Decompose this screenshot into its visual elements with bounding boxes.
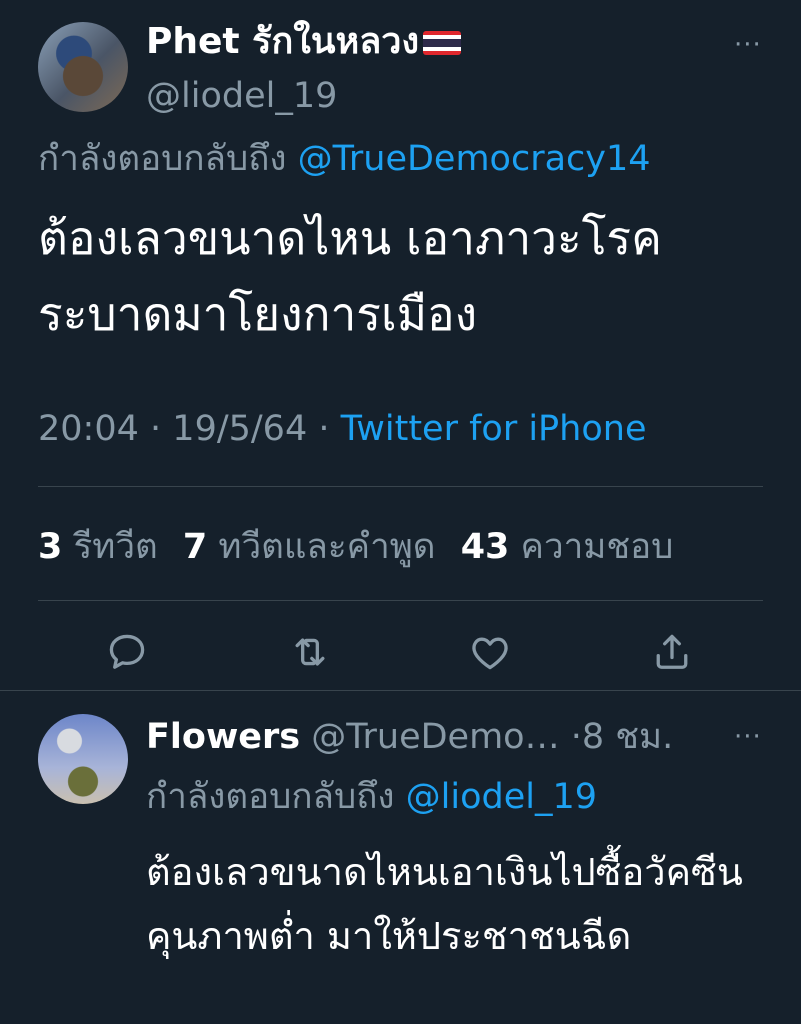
share-button[interactable] <box>650 630 694 674</box>
tweet-text: ต้องเลวขนาดไหน เอาภาวะโรคระบาดมาโยงการเม… <box>38 211 662 341</box>
tweet-stats: 3 รีทวีต 7 ทวีตและคำพูด 43 ความชอบ <box>38 522 673 572</box>
reply-replying-label: กำลังตอบกลับถึง <box>146 777 395 817</box>
reply-avatar[interactable] <box>38 714 128 804</box>
tweet-source-link[interactable]: Twitter for iPhone <box>341 409 647 449</box>
like-icon <box>472 637 508 670</box>
divider <box>38 486 763 487</box>
divider <box>38 600 763 601</box>
reply-author-name[interactable]: Flowers <box>146 717 300 757</box>
thai-flag-icon <box>423 31 462 55</box>
retweets-stat[interactable]: 3 รีทวีต <box>38 527 158 567</box>
replying-label: กำลังตอบกลับถึง <box>38 139 287 179</box>
replying-to-line: กำลังตอบกลับถึง @TrueDemocracy14 <box>38 136 651 182</box>
reply-time-ago[interactable]: ·8 ชม. <box>571 717 673 757</box>
tweet-meta: 20:04 · 19/5/64 · Twitter for iPhone <box>38 404 646 454</box>
meta-separator: · <box>318 409 330 449</box>
author-display-name[interactable]: Phet รักในหลวง <box>146 20 462 64</box>
reply-header: Flowers @TrueDemo… ·8 ชม. <box>146 714 673 760</box>
retweets-label: รีทวีต <box>73 527 158 567</box>
like-button[interactable] <box>468 630 512 674</box>
quotes-stat[interactable]: 7 ทวีตและคำพูด <box>183 527 436 567</box>
replying-to-link[interactable]: @TrueDemocracy14 <box>298 139 651 179</box>
author-handle[interactable]: @liodel_19 <box>146 74 337 118</box>
share-icon <box>656 634 688 669</box>
reply-button[interactable] <box>105 630 149 674</box>
reply-tweet-text: ต้องเลวขนาดไหนเอาเงินไปซื้อวัคซีนคุนภาพต… <box>146 850 743 958</box>
more-options-icon[interactable]: ··· <box>734 30 762 60</box>
tweet-actions-bar <box>0 630 801 680</box>
author-name-text: Phet รักในหลวง <box>146 21 420 62</box>
likes-count: 43 <box>460 527 510 567</box>
retweet-button[interactable] <box>288 630 332 674</box>
likes-stat[interactable]: 43 ความชอบ <box>461 527 674 567</box>
tweet-detail-page: Phet รักในหลวง @liodel_19 ··· กำลังตอบกล… <box>0 0 801 1024</box>
reply-more-options-icon[interactable]: ··· <box>734 722 762 752</box>
reply-icon <box>109 634 145 669</box>
divider <box>0 690 801 691</box>
retweet-icon <box>295 638 325 666</box>
reply-replying-to-link[interactable]: @liodel_19 <box>406 777 597 817</box>
quotes-count: 7 <box>182 527 208 567</box>
meta-separator: · <box>150 409 162 449</box>
reply-author-handle[interactable]: @TrueDemo… <box>311 717 559 757</box>
avatar[interactable] <box>38 22 128 112</box>
likes-label: ความชอบ <box>520 527 674 567</box>
tweet-time: 20:04 <box>38 409 139 449</box>
tweet-date: 19/5/64 <box>172 409 308 449</box>
quotes-label: ทวีตและคำพูด <box>218 527 436 567</box>
reply-replying-to-line: กำลังตอบกลับถึง @liodel_19 <box>146 774 597 820</box>
retweets-count: 3 <box>38 527 63 567</box>
